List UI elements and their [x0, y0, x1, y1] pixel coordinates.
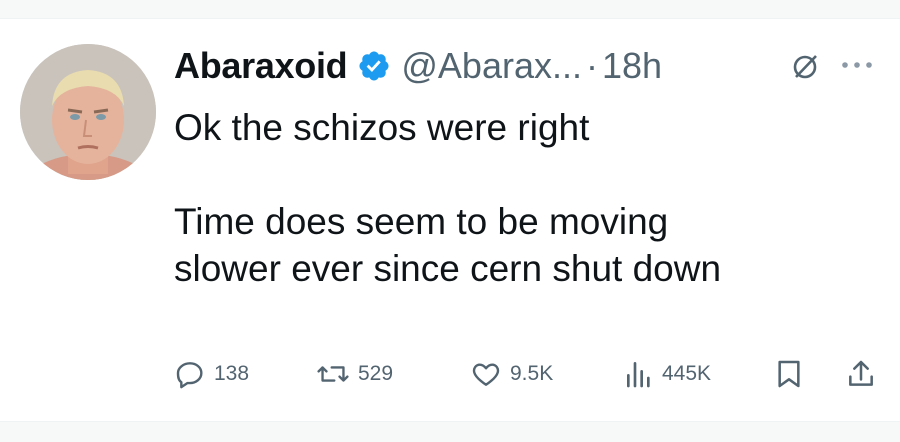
reply-count: 138 — [214, 362, 250, 385]
retweet-count: 529 — [358, 362, 394, 385]
separator-dot: · — [585, 45, 598, 86]
like-count: 9.5K — [510, 362, 554, 385]
tweet-header: Abaraxoid @Abarax... · 18h — [174, 38, 662, 94]
avatar[interactable] — [20, 44, 156, 180]
more-icon[interactable] — [840, 58, 874, 77]
top-divider — [0, 0, 900, 19]
reply-icon — [176, 362, 203, 389]
grok-icon[interactable] — [790, 52, 820, 87]
verified-badge-icon — [357, 49, 391, 83]
avatar-image — [20, 44, 156, 180]
heart-icon — [472, 363, 500, 386]
reply-button[interactable]: 138 — [174, 354, 249, 394]
share-icon — [849, 360, 873, 386]
action-bar: 138 529 9.5K 445K — [174, 354, 880, 394]
like-button[interactable]: 9.5K — [470, 354, 553, 394]
bookmark-button[interactable] — [774, 354, 804, 394]
bottom-divider — [0, 421, 900, 442]
tweet-text: Ok the schizos were right Time does seem… — [174, 107, 722, 289]
share-button[interactable] — [846, 354, 876, 394]
retweet-button[interactable]: 529 — [316, 354, 393, 394]
author-name[interactable]: Abaraxoid — [174, 45, 348, 87]
views-count: 445K — [662, 362, 712, 385]
author-handle[interactable]: @Abarax... — [401, 45, 582, 87]
views-icon — [627, 362, 650, 388]
timestamp[interactable]: 18h — [602, 45, 662, 87]
retweet-icon — [317, 366, 349, 382]
bookmark-icon — [778, 360, 800, 388]
views-button[interactable]: 445K — [624, 354, 711, 394]
